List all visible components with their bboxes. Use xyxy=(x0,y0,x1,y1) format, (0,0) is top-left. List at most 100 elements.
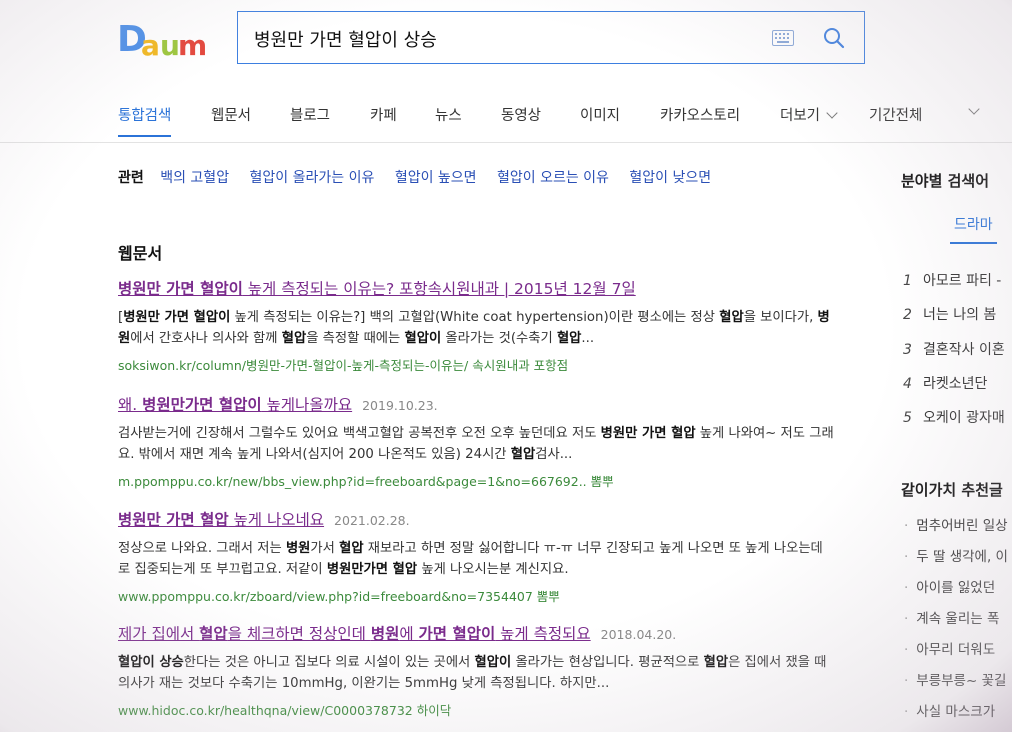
result-date: 2019.10.23. xyxy=(362,398,438,413)
rank-item[interactable]: 4 라켓소년단 xyxy=(903,373,987,393)
search-tabs: 통합검색 웹문서 블로그 카페 뉴스 동영상 이미지 카카오스토리 더보기 기간… xyxy=(0,96,1012,143)
result-url[interactable]: soksiwon.kr/column/병원만-가면-혈압이-높게-측정되는-이유… xyxy=(118,355,838,374)
snippet-highlight: 혈압 xyxy=(556,331,582,346)
result-snippet: [병원만 가면 혈압이 높게 측정되는 이유는?] 백의 고혈압(White c… xyxy=(118,307,834,349)
snippet-highlight: 병원만 가면 혈압 xyxy=(600,426,696,441)
snippet-text: 에서 간호사나 의사와 함께 xyxy=(130,331,282,346)
recommend-item[interactable]: 아이를 잃었던 xyxy=(904,576,995,596)
title-highlight: 병원만 가면 혈압 xyxy=(118,511,229,529)
snippet-text: 을 측정할 때에는 xyxy=(306,331,405,346)
tab-kakaostory[interactable]: 카카오스토리 xyxy=(660,104,740,125)
snippet-text: 을 보이다가, xyxy=(743,310,818,325)
snippet-highlight: 혈압 xyxy=(339,541,364,556)
rank-label: 결혼작사 이혼 xyxy=(923,342,1005,358)
title-highlight: 병원만가면 혈압이 xyxy=(142,396,262,414)
tab-news[interactable]: 뉴스 xyxy=(435,104,462,125)
rank-label: 오케이 광자매 xyxy=(923,410,1005,426)
result-url[interactable]: www.hidoc.co.kr/healthqna/view/C00003787… xyxy=(118,700,838,719)
title-text: 높게 측정되요 xyxy=(495,625,591,643)
result-title[interactable]: 왜. 병원만가면 혈압이 높게나올까요 xyxy=(118,396,352,414)
related-item[interactable]: 혈압이 오르는 이유 xyxy=(497,170,609,186)
recommend-item[interactable]: 부릉부릉~ 꽃길 xyxy=(904,669,1006,689)
result-date: 2021.02.28. xyxy=(334,513,410,528)
title-highlight: 혈압 xyxy=(199,625,228,643)
tab-cafe[interactable]: 카페 xyxy=(370,104,397,125)
tab-image[interactable]: 이미지 xyxy=(580,104,620,125)
recommend-item[interactable]: 아무리 더워도 xyxy=(904,638,995,658)
related-item[interactable]: 혈압이 높으면 xyxy=(395,170,477,186)
result-url[interactable]: m.ppomppu.co.kr/new/bbs_view.php?id=free… xyxy=(118,471,838,490)
rank-number: 2 xyxy=(903,307,912,323)
rank-number: 1 xyxy=(903,273,912,289)
sidebar-tab-drama[interactable]: 드라마 xyxy=(950,214,997,244)
search-result: 병원만 가면 혈압 높게 나오네요 2021.02.28. 정상으로 나와요. 그… xyxy=(118,508,838,605)
result-title[interactable]: 제가 집에서 혈압을 체크하면 정상인데 병원에 가면 혈압이 높게 측정되요 xyxy=(118,625,591,643)
tab-all[interactable]: 통합검색 xyxy=(118,104,172,137)
snippet-highlight: 병원 xyxy=(285,541,311,556)
recommend-item[interactable]: 사실 마스크가 xyxy=(904,700,995,720)
snippet-text: 정상으로 나와요. 그래서 저는 xyxy=(118,541,286,556)
snippet-text: 높게 측정되는 이유는?] 백의 고혈압(White coat hyperten… xyxy=(230,310,720,325)
snippet-text: ... xyxy=(581,331,595,346)
snippet-text: 한다는 것은 아니고 집보다 의료 시설이 있는 곳에서 xyxy=(183,655,475,670)
snippet-text: 올라가는 현상입니다. 평균적으로 xyxy=(511,655,704,670)
logo-letter-m: m xyxy=(178,29,208,62)
tab-video[interactable]: 동영상 xyxy=(501,104,541,125)
related-item[interactable]: 혈압이 낮으면 xyxy=(629,170,711,186)
title-text: 높게 나오네요 xyxy=(228,511,325,529)
rank-item[interactable]: 1 아모르 파티 - xyxy=(903,270,1001,290)
result-snippet: 검사받는거에 긴장해서 그럴수도 있어요 백색고혈압 공복전후 오전 오후 높던… xyxy=(118,423,834,465)
daum-logo[interactable]: D a u m xyxy=(117,18,217,63)
snippet-highlight: 혈압이 xyxy=(404,331,442,346)
title-text: 제가 집에서 xyxy=(118,625,200,643)
recommend-item[interactable]: 멈추어버린 일상 xyxy=(904,514,1007,534)
rank-item[interactable]: 5 오케이 광자매 xyxy=(903,407,1005,427)
snippet-highlight: 혈압이 상승 xyxy=(118,655,184,670)
snippet-highlight: 병원만 가면 혈압이 xyxy=(123,310,231,325)
title-text: 을 체크하면 정상인데 xyxy=(227,625,371,643)
period-filter[interactable]: 기간전체 xyxy=(869,104,922,125)
title-highlight: 병원 xyxy=(370,625,400,643)
logo-letter-u: u xyxy=(160,29,180,62)
period-filter-toggle[interactable] xyxy=(962,103,980,120)
related-item[interactable]: 백의 고혈압 xyxy=(160,170,229,186)
result-url[interactable]: www.ppomppu.co.kr/zboard/view.php?id=fre… xyxy=(118,586,838,605)
snippet-highlight: 혈압 xyxy=(719,310,744,325)
keyboard-icon[interactable] xyxy=(772,30,794,46)
rank-item[interactable]: 3 결혼작사 이혼 xyxy=(903,339,1005,359)
recommend-item[interactable]: 두 딸 생각에, 이 xyxy=(904,545,1008,565)
result-snippet: 혈압이 상승한다는 것은 아니고 집보다 의료 시설이 있는 곳에서 혈압이 올… xyxy=(118,652,834,694)
result-title[interactable]: 병원만 가면 혈압 높게 나오네요 xyxy=(118,511,324,529)
related-label: 관련 xyxy=(118,170,144,186)
search-result: 제가 집에서 혈압을 체크하면 정상인데 병원에 가면 혈압이 높게 측정되요 2… xyxy=(118,622,838,719)
chevron-down-icon xyxy=(826,107,838,119)
search-icon[interactable] xyxy=(822,26,846,50)
snippet-text: 올라가는 것(수축기 xyxy=(441,331,557,346)
tab-more-label: 더보기 xyxy=(780,108,821,124)
rank-number: 4 xyxy=(903,376,912,392)
title-highlight: 병원만 가면 혈압이 xyxy=(118,280,243,298)
rank-label: 아모르 파티 - xyxy=(923,273,1002,289)
chevron-down-icon xyxy=(968,103,980,115)
tab-blog[interactable]: 블로그 xyxy=(290,104,330,125)
recommend-item[interactable]: 계속 울리는 폭 xyxy=(904,607,999,627)
rank-number: 5 xyxy=(903,410,912,426)
rank-label: 라켓소년단 xyxy=(923,376,988,392)
title-text: 왜. xyxy=(118,396,143,414)
result-snippet: 정상으로 나와요. 그래서 저는 병원가서 혈압 재보라고 하면 정말 싫어합니… xyxy=(118,538,834,580)
search-box xyxy=(237,11,865,64)
snippet-highlight: 혈압 xyxy=(510,447,536,462)
result-title[interactable]: 병원만 가면 혈압이 높게 측정되는 이유는? 포항속시원내과 | 2015년 … xyxy=(118,277,838,299)
logo-letter-a: a xyxy=(141,29,160,62)
snippet-highlight: 혈압 xyxy=(703,655,729,670)
search-result: 병원만 가면 혈압이 높게 측정되는 이유는? 포항속시원내과 | 2015년 … xyxy=(118,277,838,374)
result-date: 2018.04.20. xyxy=(600,627,677,642)
search-input[interactable] xyxy=(252,22,756,56)
tab-web[interactable]: 웹문서 xyxy=(211,104,251,125)
snippet-highlight: 혈압이 xyxy=(474,655,512,670)
snippet-text: 검사... xyxy=(535,447,573,462)
rank-item[interactable]: 2 너는 나의 봄 xyxy=(903,304,996,324)
snippet-text: 가서 xyxy=(310,541,340,556)
tab-more[interactable]: 더보기 xyxy=(780,104,838,125)
related-item[interactable]: 혈압이 올라가는 이유 xyxy=(250,170,375,186)
